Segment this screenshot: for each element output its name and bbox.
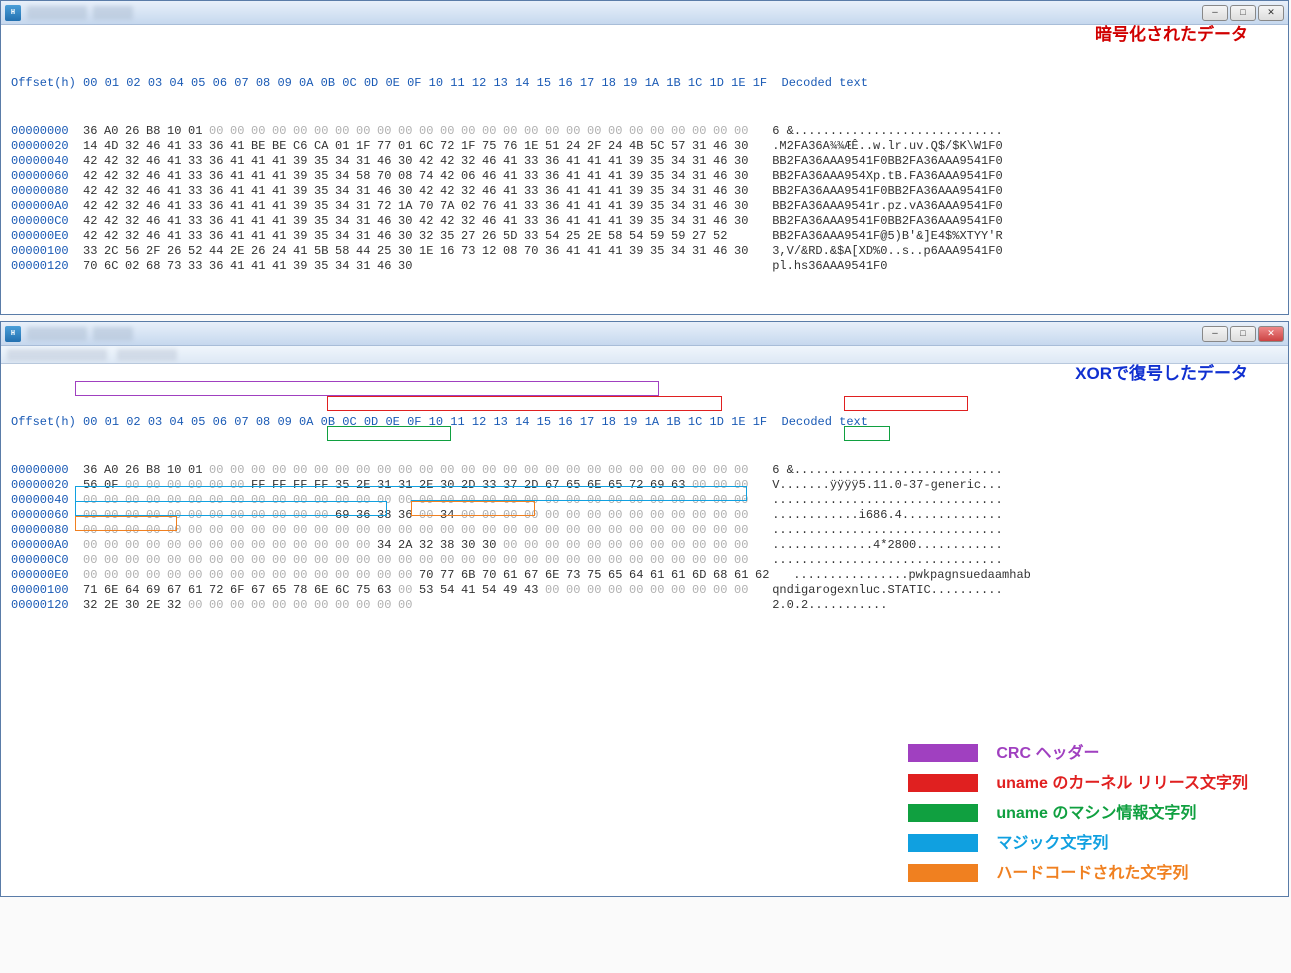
hex-window-decrypted: H ─ □ ✕ XORで復号したデータ Offset(h) 00 01 02 0… [0, 321, 1289, 897]
legend-item-red: uname のカーネル リリース文字列 [908, 774, 1248, 792]
box-kernel-release [327, 396, 722, 411]
hex-row: 00000100 332C562F2652442E2624415B5844253… [11, 244, 1278, 259]
legend-swatch [908, 774, 978, 792]
legend-label: マジック文字列 [996, 836, 1108, 851]
column-header-2: Offset(h) 00 01 02 03 04 05 06 07 08 09 … [11, 415, 1278, 430]
minimize-button[interactable]: ─ [1202, 326, 1228, 342]
hex-row: 000000C0 4242324641333641414139353431463… [11, 214, 1278, 229]
hex-row: 00000040 4242324641333641414139353431463… [11, 154, 1278, 169]
legend-label: ハードコードされた文字列 [996, 866, 1188, 881]
hex-row: 00000000 36A026B810010000000000000000000… [11, 124, 1278, 139]
box-crc-header [75, 381, 659, 396]
hex-row: 000000C0 0000000000000000000000000000000… [11, 553, 1278, 568]
hex-rows-1: 00000000 36A026B810010000000000000000000… [11, 124, 1278, 274]
minimize-button[interactable]: ─ [1202, 5, 1228, 21]
legend: CRC ヘッダー uname のカーネル リリース文字列 uname のマシン情報文… [908, 744, 1248, 894]
hex-row: 00000080 0000000000000000000000000000000… [11, 523, 1278, 538]
app-icon: H [5, 5, 21, 21]
legend-item-green: uname のマシン情報文字列 [908, 804, 1248, 822]
maximize-button[interactable]: □ [1230, 5, 1256, 21]
legend-item-purple: CRC ヘッダー [908, 744, 1248, 762]
maximize-button[interactable]: □ [1230, 326, 1256, 342]
legend-item-orange: ハードコードされた文字列 [908, 864, 1248, 882]
annotation-decrypted: XORで復号したデータ [1075, 366, 1248, 381]
hex-row: 000000E0 0000000000000000000000000000000… [11, 568, 1278, 583]
hex-row: 00000020 144D324641333641BEBEC6CA011F770… [11, 139, 1278, 154]
legend-swatch [908, 864, 978, 882]
legend-item-cyan: マジック文字列 [908, 834, 1248, 852]
app-icon: H [5, 326, 21, 342]
hex-rows-2: 00000000 36A026B810010000000000000000000… [11, 463, 1278, 613]
hex-row: 00000080 4242324641333641414139353431463… [11, 184, 1278, 199]
titlebar-1[interactable]: H ─ □ ✕ [1, 1, 1288, 25]
title-blur-4 [93, 327, 133, 341]
hex-content-2: XORで復号したデータ Offset(h) 00 01 02 03 04 05 … [1, 364, 1288, 894]
toolbar [1, 346, 1288, 364]
hex-row: 00000060 4242324641333641414139353458700… [11, 169, 1278, 184]
hex-row: 00000000 36A026B810010000000000000000000… [11, 463, 1278, 478]
annotation-encrypted: 暗号化されたデータ [1095, 27, 1248, 42]
legend-label: uname のマシン情報文字列 [996, 806, 1196, 821]
title-blur-2 [93, 6, 133, 20]
hex-row: 00000020 560F000000000000FFFFFFFF352E313… [11, 478, 1278, 493]
close-button[interactable]: ✕ [1258, 326, 1284, 342]
legend-label: CRC ヘッダー [996, 746, 1099, 761]
hex-row: 00000060 0000000000000000000000006936383… [11, 508, 1278, 523]
column-header-1: Offset(h) 00 01 02 03 04 05 06 07 08 09 … [11, 76, 1278, 91]
hex-row: 00000120 706C026873333641414139353431463… [11, 259, 1278, 274]
toolbar-blur-2 [117, 349, 177, 361]
hex-content-1: 暗号化されたデータ Offset(h) 00 01 02 03 04 05 06… [1, 25, 1288, 314]
legend-label: uname のカーネル リリース文字列 [996, 776, 1248, 791]
legend-swatch [908, 804, 978, 822]
close-button[interactable]: ✕ [1258, 5, 1284, 21]
hex-window-encrypted: H ─ □ ✕ 暗号化されたデータ Offset(h) 00 01 02 03 … [0, 0, 1289, 315]
toolbar-blur [7, 349, 107, 361]
hex-row: 00000100 716E64696761726F6765786E6C75630… [11, 583, 1278, 598]
hex-row: 000000A0 0000000000000000000000000000342… [11, 538, 1278, 553]
legend-swatch [908, 834, 978, 852]
hex-row: 00000120 322E302E32000000000000000000000… [11, 598, 1278, 613]
box-kernel-text [844, 396, 968, 411]
titlebar-2[interactable]: H ─ □ ✕ [1, 322, 1288, 346]
title-blur-1 [27, 6, 87, 20]
hex-row: 00000040 0000000000000000000000000000000… [11, 493, 1278, 508]
hex-row: 000000A0 4242324641333641414139353431721… [11, 199, 1278, 214]
title-blur-3 [27, 327, 87, 341]
hex-row: 000000E0 4242324641333641414139353431463… [11, 229, 1278, 244]
legend-swatch [908, 744, 978, 762]
